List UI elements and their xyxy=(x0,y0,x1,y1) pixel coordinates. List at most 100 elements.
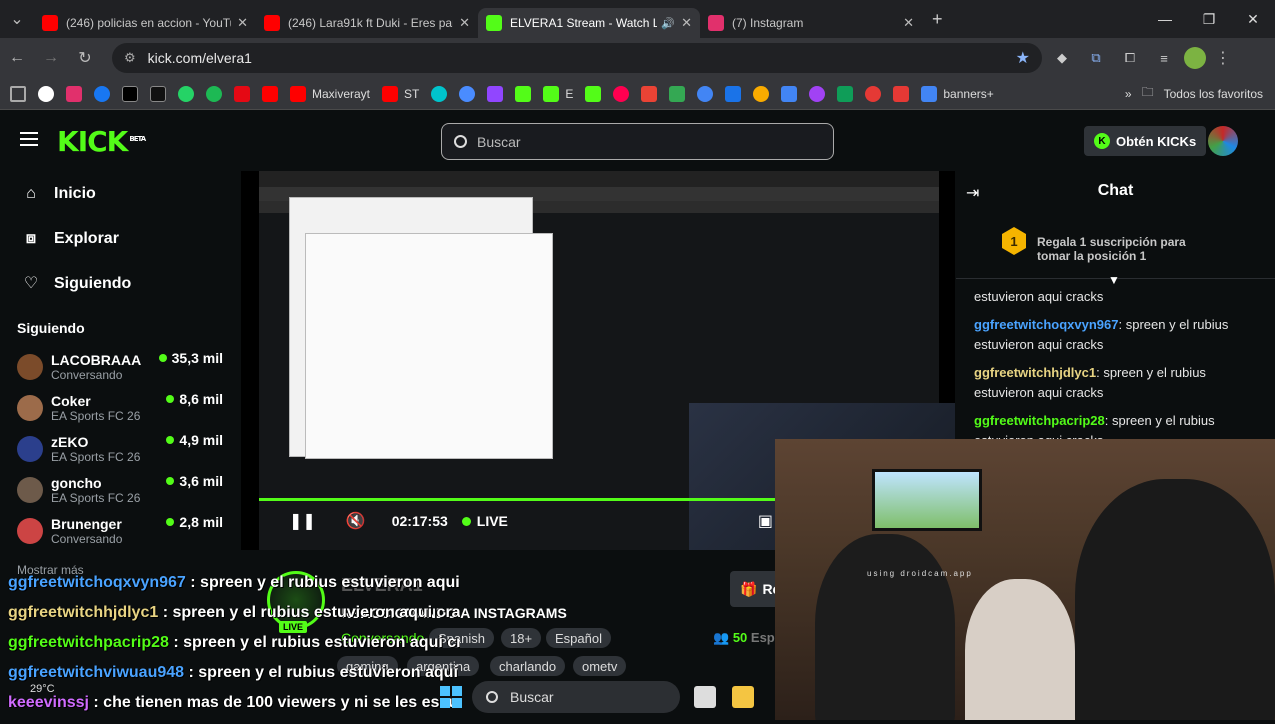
message-user[interactable]: ggfreetwitchoqxvyn967 xyxy=(974,317,1119,332)
tab-youtube-1[interactable]: (246) policias en accion - YouTu ✕ xyxy=(34,8,256,38)
site-settings-icon[interactable]: ⚙ xyxy=(124,50,136,66)
tab-youtube-2[interactable]: (246) Lara91k ft Duki - Eres para ✕ xyxy=(256,8,478,38)
twitch-icon[interactable] xyxy=(487,85,504,102)
facebook-icon[interactable] xyxy=(94,85,110,102)
whatsapp-icon[interactable] xyxy=(178,85,194,102)
close-tab-icon[interactable]: ✕ xyxy=(681,15,692,31)
channel-item[interactable]: LACOBRAAA Conversando 35,3 mil xyxy=(0,346,240,387)
bookmark-maxiverayt[interactable]: Maxiverayt xyxy=(290,85,370,102)
bookmark-star-icon[interactable]: ★ xyxy=(1016,48,1030,68)
tab-instagram[interactable]: (7) Instagram ✕ xyxy=(700,8,922,38)
minimize-icon[interactable]: — xyxy=(1143,0,1187,38)
bookmark-e[interactable]: E xyxy=(543,85,573,102)
nav-following[interactable]: ♡ Siguiendo xyxy=(0,261,240,306)
close-tab-icon[interactable]: ✕ xyxy=(459,15,470,31)
search-input[interactable] xyxy=(477,133,777,150)
d-icon[interactable] xyxy=(585,85,602,102)
google-icon[interactable] xyxy=(38,85,54,102)
close-tab-icon[interactable]: ✕ xyxy=(237,15,248,31)
get-kicks-button[interactable]: K Obtén KICKs xyxy=(1084,126,1207,156)
bookmark-banners[interactable]: banners+ xyxy=(921,85,994,102)
all-bookmarks-label[interactable]: Todos los favoritos xyxy=(1164,87,1263,101)
tab-kick-active[interactable]: ELVERA1 Stream - Watch Live 🔊 ✕ xyxy=(478,8,700,38)
nav-explore[interactable]: ⧈ Explorar xyxy=(0,216,240,261)
tag-chip[interactable]: Español xyxy=(546,628,611,648)
translate-icon[interactable] xyxy=(781,85,798,102)
tag-chip[interactable]: ometv xyxy=(573,656,627,676)
pinned-collapse-icon[interactable]: ▼ xyxy=(1108,273,1120,287)
app-icon[interactable] xyxy=(809,85,826,102)
speaker-icon[interactable]: 🔊 xyxy=(661,17,675,30)
close-window-icon[interactable]: ✕ xyxy=(1231,0,1275,38)
drive-icon[interactable] xyxy=(669,85,686,102)
bookmark-icon[interactable] xyxy=(753,85,770,102)
netflix-icon[interactable] xyxy=(234,85,250,102)
youtube-icon xyxy=(290,85,306,102)
back-icon[interactable]: ← xyxy=(0,49,34,67)
play-icon[interactable] xyxy=(613,85,630,102)
rank-medal-icon: 1 xyxy=(1002,227,1026,255)
task-view-icon[interactable] xyxy=(694,686,716,708)
tag-chip[interactable]: 18+ xyxy=(501,628,542,648)
message-user[interactable]: ggfreetwitchpacrip28 xyxy=(974,413,1105,428)
bookmark-st[interactable]: ST xyxy=(382,85,419,102)
taskbar-search[interactable]: Buscar xyxy=(472,681,680,713)
channel-item[interactable]: Coker EA Sports FC 26 8,6 mil xyxy=(0,387,240,428)
reload-icon[interactable]: ↻ xyxy=(68,48,102,68)
gmail-icon[interactable] xyxy=(641,85,658,102)
restore-icon[interactable]: ❐ xyxy=(1187,0,1231,38)
media-icon[interactable]: ≡ xyxy=(1154,48,1174,68)
pause-icon[interactable]: ❚❚ xyxy=(289,511,316,531)
file-explorer-icon[interactable] xyxy=(732,686,754,708)
viewer-count: 👥 50 Esp xyxy=(713,630,775,646)
youtube-icon[interactable] xyxy=(262,85,278,102)
following-heading: Siguiendo xyxy=(17,320,85,336)
kick-icon xyxy=(543,85,560,102)
kick-icon[interactable] xyxy=(515,85,532,102)
maps-icon[interactable] xyxy=(697,85,714,102)
gemini-icon[interactable] xyxy=(459,85,476,102)
search-box[interactable] xyxy=(441,123,834,160)
puzzle-icon[interactable]: ⧠ xyxy=(1120,48,1140,68)
x-icon[interactable] xyxy=(122,85,138,102)
canva-icon[interactable] xyxy=(431,85,448,102)
translate-icon[interactable]: ⧉ xyxy=(1086,48,1106,68)
app-red-icon[interactable] xyxy=(865,85,882,102)
theater-mode-icon[interactable]: ▣ xyxy=(758,511,773,531)
tag-chip[interactable]: charlando xyxy=(490,656,566,676)
channel-name: goncho xyxy=(51,474,102,491)
viewer-count-text: 2,8 mil xyxy=(179,514,223,530)
profile-avatar[interactable] xyxy=(1184,47,1206,69)
mute-icon[interactable]: 🔇 xyxy=(346,511,366,531)
tab-search-icon[interactable]: ⌄ xyxy=(0,9,34,29)
download-icon[interactable] xyxy=(893,85,910,102)
channel-item[interactable]: goncho EA Sports FC 26 3,6 mil xyxy=(0,469,240,510)
chevron-right-icon[interactable]: » xyxy=(1125,87,1132,101)
weather-widget[interactable]: 29°C xyxy=(30,683,55,695)
nav-home[interactable]: ⌂ Inicio xyxy=(0,171,240,216)
address-bar[interactable]: ⚙ kick.com/elvera1 ★ xyxy=(112,43,1042,73)
viewer-count-text: 4,9 mil xyxy=(179,432,223,448)
get-kicks-label: Obtén KICKs xyxy=(1116,133,1197,149)
channel-item[interactable]: zEKO EA Sports FC 26 4,9 mil xyxy=(0,428,240,469)
apps-icon[interactable] xyxy=(10,85,26,102)
windows-start-icon[interactable] xyxy=(440,686,462,708)
kick-logo[interactable]: KICK BETA xyxy=(57,125,146,158)
tiktok-icon[interactable] xyxy=(150,85,166,102)
user-avatar[interactable] xyxy=(1208,126,1238,156)
forward-icon[interactable]: → xyxy=(34,49,68,67)
menu-icon[interactable]: ⋮ xyxy=(1206,48,1240,68)
extension-icon[interactable]: ◆ xyxy=(1052,48,1072,68)
channel-item[interactable]: Brunenger Conversando 2,8 mil xyxy=(0,510,240,551)
instagram-icon[interactable] xyxy=(66,85,82,102)
new-tab-icon[interactable]: + xyxy=(932,9,943,30)
message-user[interactable]: ggfreetwitchhjdlyc1 xyxy=(974,365,1096,380)
sheets-icon[interactable] xyxy=(837,85,854,102)
close-tab-icon[interactable]: ✕ xyxy=(903,15,914,31)
docs-icon[interactable] xyxy=(725,85,742,102)
spotify-icon[interactable] xyxy=(206,85,222,102)
gift-sub-banner[interactable]: 1 Regala 1 suscripción para tomar la pos… xyxy=(956,219,1275,279)
gift-icon: 🎁 xyxy=(740,580,758,597)
gift-button[interactable]: 🎁Re xyxy=(730,571,775,607)
hamburger-menu-icon[interactable] xyxy=(20,132,38,146)
